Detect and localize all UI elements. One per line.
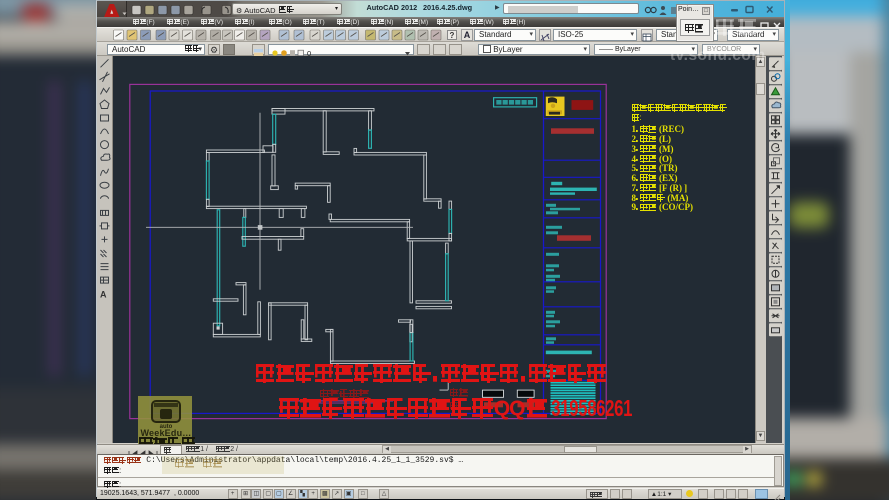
svg-text:A: A <box>100 290 107 300</box>
